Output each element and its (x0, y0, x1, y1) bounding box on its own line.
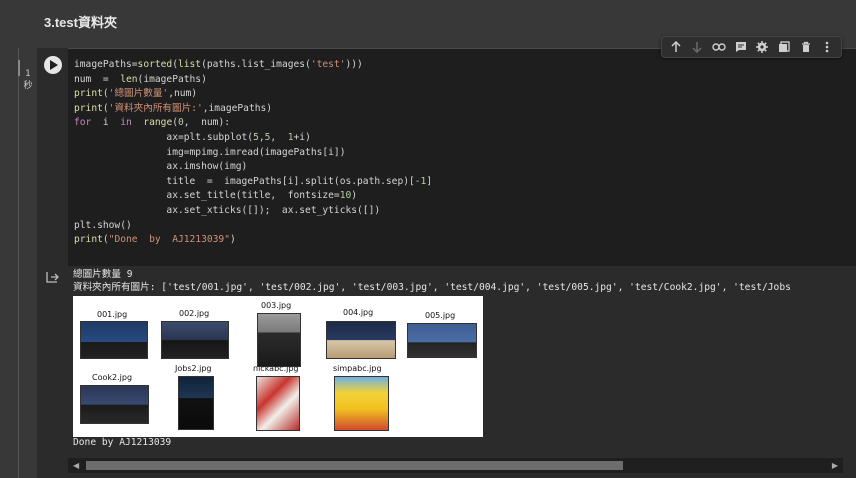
code-line: print('總圖片數量',num) (74, 88, 198, 100)
image-title: 005.jpg (425, 311, 456, 320)
image-title: 001.jpg (97, 310, 128, 319)
scrollbar-thumb[interactable] (86, 461, 623, 470)
execution-time-unit: 秒 (23, 81, 33, 91)
trash-icon[interactable] (797, 38, 815, 56)
image-005 (407, 323, 477, 358)
image-title: 002.jpg (179, 309, 210, 318)
code-line: print("Done by AJ1213039") (74, 234, 236, 246)
code-line: ax=plt.subplot(5,5, 1+i) (74, 131, 311, 143)
image-grid-figure: 001.jpg 002.jpg 003.jpg 004.jpg 005.jpg … (73, 296, 483, 437)
execution-time-value: 1 (25, 69, 31, 79)
image-003 (257, 313, 301, 367)
arrow-down-icon[interactable] (688, 38, 706, 56)
image-cook2 (80, 385, 149, 424)
code-line: title = imagePaths[i].split(os.path.sep)… (74, 175, 433, 187)
more-vert-icon[interactable] (818, 38, 836, 56)
code-line: imagePaths=sorted(list(paths.list_images… (74, 59, 363, 70)
cell-rail (18, 48, 19, 478)
output-icon[interactable] (46, 271, 60, 283)
code-line: img=mpimg.imread(imagePaths[i]) (74, 146, 346, 158)
code-line: print('資料夾內所有圖片:',imagePaths) (74, 102, 273, 114)
image-title: simpabc.jpg (333, 364, 382, 373)
link-icon[interactable] (710, 38, 728, 56)
scroll-right-icon[interactable]: ▶ (832, 461, 838, 470)
output-line-count: 總圖片數量 9 (73, 269, 133, 280)
image-simpabc (334, 376, 389, 431)
image-title: 004.jpg (343, 308, 374, 317)
image-004 (326, 321, 396, 359)
gear-icon[interactable] (753, 38, 771, 56)
code-line: ax.imshow(img) (74, 161, 248, 173)
horizontal-scrollbar[interactable]: ◀ ▶ (68, 458, 843, 473)
execution-time: 1 秒 (20, 68, 36, 92)
scroll-left-icon[interactable]: ◀ (73, 461, 79, 470)
image-title: nickabc.jpg (253, 364, 299, 373)
image-nickabc (256, 376, 300, 431)
code-line: for i in range(0, num): (74, 117, 231, 129)
image-title: Jobs2.jpg (175, 364, 212, 373)
image-001 (80, 321, 148, 359)
code-line: num = len(imagePaths) (74, 73, 207, 85)
section-heading: 3.test資料夾 (44, 15, 117, 30)
code-line: ax.set_title(title, fontsize=10) (74, 190, 358, 202)
code-line: ax.set_xticks([]); ax.set_yticks([]) (74, 204, 381, 216)
cell-gutter (37, 48, 68, 266)
arrow-up-icon[interactable] (667, 38, 685, 56)
run-cell-button[interactable] (44, 56, 62, 74)
mirror-cell-icon[interactable] (775, 38, 793, 56)
cell-toolbar (661, 36, 842, 58)
image-jobs2 (178, 376, 214, 430)
output-text: 總圖片數量 9 資料夾內所有圖片: ['test/001.jpg', 'test/… (73, 268, 791, 294)
code-editor[interactable]: imagePaths=sorted(list(paths.list_images… (74, 58, 432, 248)
output-line-paths: 資料夾內所有圖片: ['test/001.jpg', 'test/002.jpg… (73, 282, 791, 293)
comment-icon[interactable] (732, 38, 750, 56)
output-done-line: Done by AJ1213039 (73, 437, 172, 448)
image-title: 003.jpg (261, 301, 292, 310)
image-002 (161, 321, 229, 359)
image-title: Cook2.jpg (92, 373, 133, 382)
code-line: plt.show() (74, 219, 132, 231)
